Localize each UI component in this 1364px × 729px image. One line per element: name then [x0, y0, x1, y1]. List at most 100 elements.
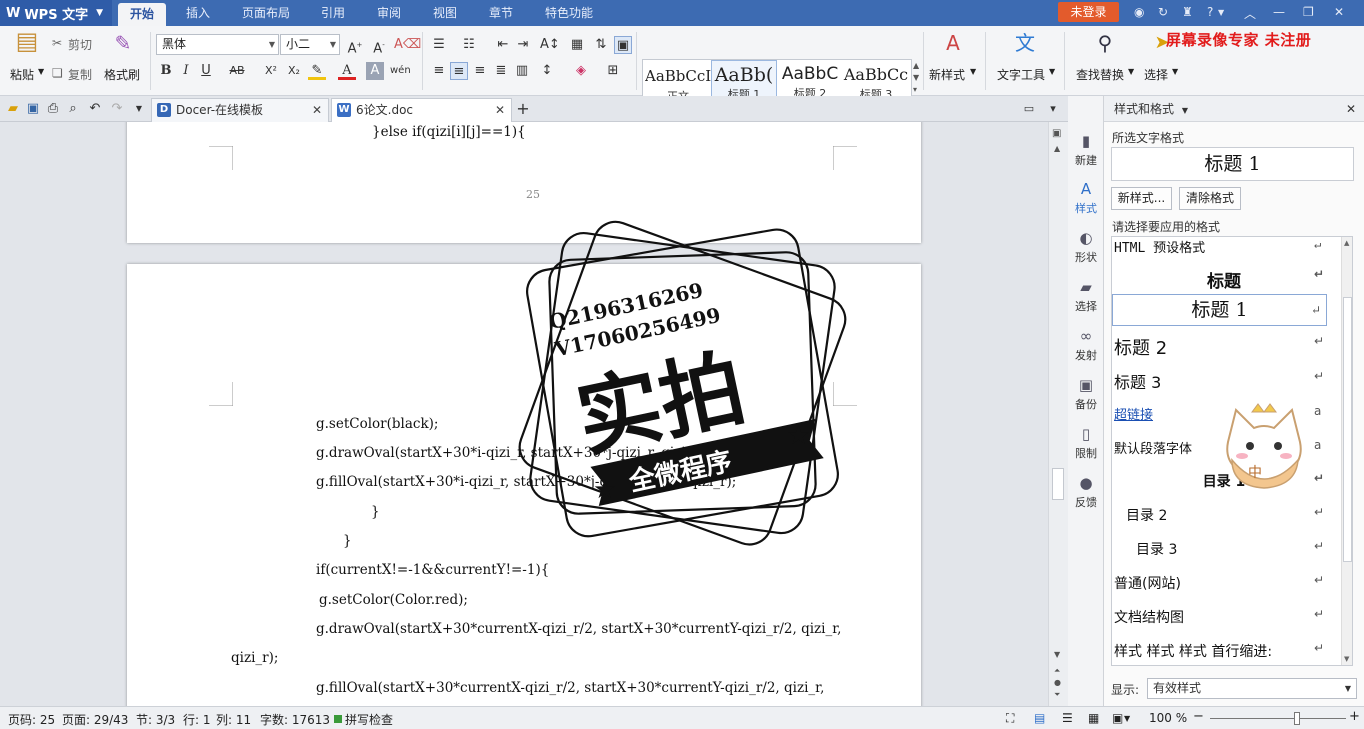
side-restrict-button[interactable]: ▯ 限制 [1068, 425, 1104, 461]
tab-docer-templates[interactable]: D Docer-在线模板 ✕ [151, 98, 329, 122]
align-center-icon[interactable]: ≡ [450, 62, 468, 80]
binoculars-icon[interactable]: ⚲ [1092, 33, 1118, 58]
scroll-thumb[interactable] [1343, 297, 1352, 562]
print-icon[interactable]: ⎙ [44, 100, 62, 118]
login-button[interactable]: 未登录 [1058, 2, 1119, 22]
style-item-heading-1[interactable]: 标题 1 ↵ [1112, 294, 1327, 326]
close-tab-icon[interactable]: ✕ [495, 99, 505, 121]
scroll-thumb[interactable] [1052, 468, 1064, 500]
status-pages[interactable]: 页面: 29/43 [62, 711, 128, 728]
browse-object-icon[interactable]: ● [1054, 678, 1061, 687]
paste-button[interactable]: 粘贴 [10, 66, 34, 83]
scroll-down-icon[interactable]: ▼ [1344, 655, 1349, 663]
clear-format-button[interactable]: 清除格式 [1179, 187, 1241, 210]
style-item-toc-3[interactable]: 目录 3 ↵ [1114, 539, 1334, 561]
italic-button[interactable]: I [177, 62, 195, 80]
decrease-indent-icon[interactable]: ⇤ [494, 36, 512, 54]
new-style-button[interactable]: 新样式 [929, 66, 965, 83]
collapse-ribbon-icon[interactable]: ︿ [1244, 5, 1256, 22]
status-page-number[interactable]: 页码: 25 [8, 711, 55, 728]
align-right-icon[interactable]: ≡ [471, 62, 489, 80]
save-icon[interactable]: ▣ [24, 100, 42, 118]
web-view-icon[interactable]: ▦ [1088, 711, 1099, 725]
gallery-scroll[interactable]: ▲ ▼ ▾ [913, 60, 919, 96]
show-marks-icon[interactable]: ▣ [614, 36, 632, 54]
wps-app-menu[interactable]: W WPS 文字 ▼ [0, 0, 112, 26]
reading-view-icon[interactable]: ▣ [1112, 711, 1123, 725]
distribute-icon[interactable]: ▥ [513, 62, 531, 80]
zoom-out-icon[interactable]: − [1193, 709, 1204, 724]
style-item-heading-2[interactable]: 标题 2 ↵ [1114, 334, 1334, 360]
help-icon[interactable]: ? [1207, 5, 1213, 19]
undo-icon[interactable]: ↶ [86, 100, 104, 118]
format-painter-icon[interactable]: ✎ [112, 33, 134, 58]
outline-view-icon[interactable]: ☰ [1062, 711, 1073, 725]
zoom-slider-thumb[interactable] [1294, 712, 1301, 725]
minimize-icon[interactable]: — [1273, 5, 1285, 19]
chevron-down-icon[interactable]: ▼ [1124, 714, 1130, 723]
next-page-icon[interactable]: ⏷ [1054, 690, 1060, 700]
shrink-font-icon[interactable]: A- [370, 36, 388, 56]
cut-button[interactable]: 剪切 [68, 36, 92, 53]
grow-font-icon[interactable]: A+ [346, 36, 364, 56]
side-select-button[interactable]: ▰ 选择 [1068, 278, 1104, 314]
style-item-heading[interactable]: 标题 ↵ [1114, 267, 1334, 292]
style-item-custom[interactable]: 样式 样式 样式 首行缩进: ↵ [1114, 641, 1326, 663]
skin-icon[interactable]: ◉ [1134, 5, 1144, 19]
quick-access-dropdown-icon[interactable]: ▼ [130, 100, 148, 118]
zoom-level[interactable]: 100 % [1149, 711, 1187, 725]
side-style-button[interactable]: A 样式 [1068, 180, 1104, 216]
style-item-heading-3[interactable]: 标题 3 ↵ [1114, 369, 1334, 393]
strikethrough-button[interactable]: AB [225, 62, 249, 80]
clipboard-icon[interactable]: ▤ [14, 29, 40, 62]
style-item-html-preformatted[interactable]: HTML 预设格式 ↵ [1114, 237, 1334, 257]
open-folder-icon[interactable]: ▰ [4, 100, 22, 118]
text-direction-icon[interactable]: A↕ [540, 36, 560, 54]
new-tab-button[interactable]: + [514, 100, 532, 118]
scroll-down-icon[interactable]: ▼ [1054, 650, 1060, 659]
style-item-document-map[interactable]: 文档结构图 ↵ [1114, 607, 1334, 629]
paragraph-shading-icon[interactable]: ◈ [572, 62, 590, 80]
sync-icon[interactable]: ↻ [1158, 5, 1168, 19]
zoom-slider[interactable] [1210, 718, 1346, 719]
tab-chapter[interactable]: 章节 [489, 0, 513, 26]
side-send-button[interactable]: ∞ 发射 [1068, 327, 1104, 363]
zoom-in-icon[interactable]: + [1349, 709, 1360, 724]
subscript-button[interactable]: X₂ [283, 62, 305, 80]
close-icon[interactable]: ✕ [1346, 96, 1356, 122]
redo-icon[interactable]: ↷ [108, 100, 126, 118]
text-tools-button[interactable]: 文字工具 [997, 66, 1045, 83]
scroll-up-icon[interactable]: ▲ [1344, 239, 1349, 247]
status-word-count[interactable]: 字数: 17613 [260, 711, 330, 728]
bullet-list-icon[interactable]: ☰ [430, 36, 448, 54]
tab-page-layout[interactable]: 页面布局 [242, 0, 290, 26]
align-left-icon[interactable]: ≡ [430, 62, 448, 80]
ruler-toggle-icon[interactable]: ▣ [1052, 128, 1061, 139]
copy-button[interactable]: 复制 [68, 66, 92, 83]
tab-review[interactable]: 审阅 [377, 0, 401, 26]
print-preview-icon[interactable]: ⌕ [64, 100, 82, 118]
tab-document[interactable]: W 6论文.doc ✕ [331, 98, 512, 122]
table-icon[interactable]: ▦ [568, 36, 586, 54]
text-tools-icon[interactable]: 文 [1012, 33, 1038, 58]
superscript-button[interactable]: X² [260, 62, 282, 80]
tab-home[interactable]: 开始 [118, 3, 167, 26]
tab-references[interactable]: 引用 [321, 0, 345, 26]
style-item-normal-web[interactable]: 普通(网站) ↵ [1114, 573, 1334, 595]
numbered-list-icon[interactable]: ☷ [460, 36, 478, 54]
font-name-select[interactable]: 黑体 ▼ [156, 34, 279, 55]
char-shading-icon[interactable]: A [366, 62, 384, 80]
page-view-icon[interactable]: ▤ [1034, 711, 1045, 725]
line-spacing-icon[interactable]: ↕ [538, 62, 556, 80]
side-shape-button[interactable]: ◐ 形状 [1068, 229, 1104, 265]
chevron-down-icon[interactable]: ▼ [1182, 106, 1188, 115]
scroll-up-icon[interactable]: ▲ [1054, 144, 1060, 153]
find-replace-button[interactable]: 查找替换 [1076, 66, 1124, 83]
side-feedback-button[interactable]: ● 反馈 [1068, 474, 1104, 510]
sort-icon[interactable]: ⇅ [592, 36, 610, 54]
tab-insert[interactable]: 插入 [186, 0, 210, 26]
shirt-icon[interactable]: ♜ [1182, 5, 1193, 19]
format-painter-button[interactable]: 格式刷 [104, 66, 140, 83]
tab-list-icon[interactable]: ▭ [1020, 100, 1038, 118]
font-color-icon[interactable]: A [338, 62, 356, 80]
